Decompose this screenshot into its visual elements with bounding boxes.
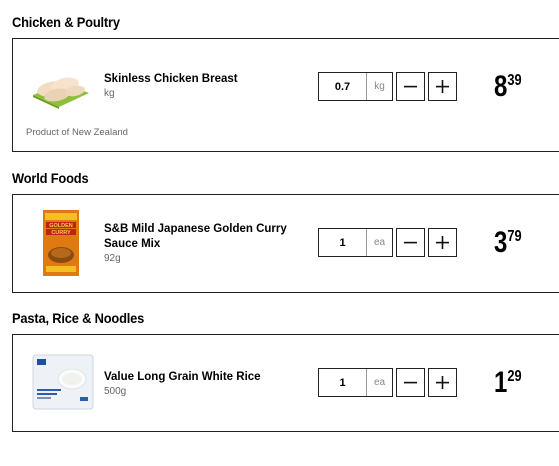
price-dollars: 3 (494, 226, 508, 259)
rice-bag-image[interactable] (32, 353, 94, 416)
price-dollars: 8 (494, 70, 508, 103)
quantity-unit: ea (373, 377, 386, 388)
plus-icon (436, 236, 449, 249)
product-unit: kg (104, 88, 115, 99)
plus-icon (436, 376, 449, 389)
quantity-input[interactable] (319, 369, 367, 396)
plus-icon (436, 80, 449, 93)
svg-text:CURRY: CURRY (51, 230, 71, 236)
price-dollars: 1 (494, 366, 508, 399)
increase-quantity-button[interactable] (428, 72, 457, 101)
product-unit: 500g (104, 386, 127, 397)
quantity-input[interactable] (319, 229, 367, 256)
product-unit: 92g (104, 253, 121, 264)
minus-icon (404, 241, 417, 244)
svg-text:GOLDEN: GOLDEN (49, 223, 73, 229)
product-price: 839 (494, 72, 522, 102)
product-card: Value Long Grain White Rice 500g ea 129 (12, 334, 559, 432)
quantity-control: ea (318, 228, 393, 257)
decrease-quantity-button[interactable] (396, 72, 425, 101)
section-title: World Foods (12, 170, 89, 186)
product-name[interactable]: Skinless Chicken Breast (104, 72, 304, 87)
product-card: GOLDEN CURRY S&B Mild Japanese Golden Cu… (12, 194, 559, 293)
minus-icon (404, 85, 417, 88)
product-price: 379 (494, 228, 522, 258)
quantity-control: ea (318, 368, 393, 397)
price-cents: 79 (507, 228, 522, 245)
curry-box-image[interactable]: GOLDEN CURRY (43, 210, 79, 281)
product-price: 129 (494, 368, 522, 398)
quantity-unit: kg (374, 81, 385, 92)
quantity-control: kg (318, 72, 393, 101)
chicken-breast-image[interactable] (29, 67, 91, 114)
product-name[interactable]: Value Long Grain White Rice (104, 370, 304, 385)
minus-icon (404, 381, 417, 384)
product-card: Skinless Chicken Breast kg Product of Ne… (12, 38, 559, 152)
product-name[interactable]: S&B Mild Japanese Golden Curry Sauce Mix (104, 222, 304, 252)
decrease-quantity-button[interactable] (396, 228, 425, 257)
quantity-input[interactable] (319, 73, 367, 100)
quantity-unit: ea (373, 237, 386, 248)
product-origin: Product of New Zealand (26, 127, 128, 138)
increase-quantity-button[interactable] (428, 368, 457, 397)
decrease-quantity-button[interactable] (396, 368, 425, 397)
section-title: Chicken & Poultry (12, 14, 120, 30)
price-cents: 29 (507, 368, 522, 385)
price-cents: 39 (507, 72, 522, 89)
increase-quantity-button[interactable] (428, 228, 457, 257)
section-title: Pasta, Rice & Noodles (12, 310, 145, 326)
